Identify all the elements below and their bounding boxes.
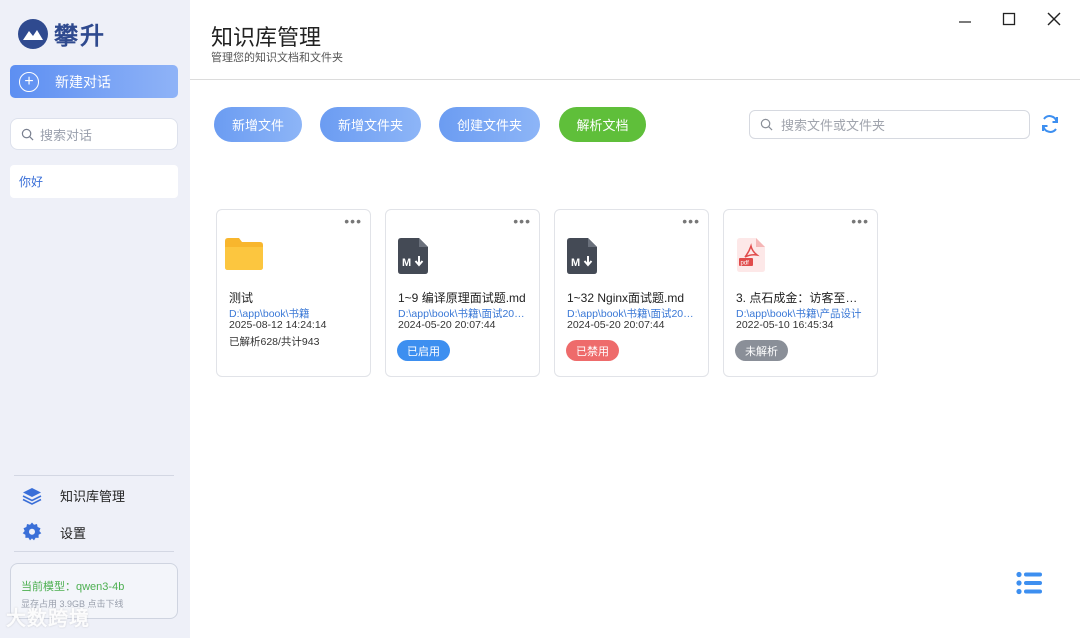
list-view-button[interactable] xyxy=(1016,571,1042,600)
svg-text:pdf: pdf xyxy=(741,261,750,267)
more-options-icon[interactable]: ••• xyxy=(851,214,869,228)
mountain-logo-icon xyxy=(18,18,48,49)
add-file-button[interactable]: 新增文件 xyxy=(214,107,302,142)
svg-text:M: M xyxy=(402,257,411,269)
page-title: 知识库管理 xyxy=(211,25,322,50)
layers-icon xyxy=(22,487,42,505)
status-badge[interactable]: 未解析 xyxy=(735,340,788,361)
file-card[interactable]: ••• pdf 3. 点石成金：访客至上的网页设计秘笈.pdf D:\app\b… xyxy=(723,209,878,377)
sidebar-divider xyxy=(14,475,174,476)
sidebar-item-label: 知识库管理 xyxy=(60,489,126,504)
search-icon xyxy=(21,128,34,140)
more-options-icon[interactable]: ••• xyxy=(513,214,531,228)
refresh-icon xyxy=(1042,115,1058,133)
sidebar-item-knowledge-base[interactable]: 知识库管理 xyxy=(22,486,125,505)
svg-text:M: M xyxy=(571,257,580,269)
parse-progress: 已解析628/共计943 xyxy=(229,336,320,348)
card-time: 2024-05-20 20:07:44 xyxy=(398,319,496,331)
chat-item-label: 你好 xyxy=(19,175,44,189)
parse-documents-button[interactable]: 解析文档 xyxy=(559,107,646,142)
chat-search-placeholder: 搜索对话 xyxy=(40,127,93,143)
sidebar: 攀升 + 新建对话 搜索对话 你好 知识库管理 设置 当前模型：qwen3-4b… xyxy=(0,0,190,638)
gear-icon xyxy=(22,522,42,541)
header-divider xyxy=(190,79,1080,80)
file-card[interactable]: ••• M 1~32 Nginx面试题.md D:\app\book\书籍\面试… xyxy=(554,209,709,377)
card-name: 1~32 Nginx面试题.md xyxy=(567,291,685,305)
folder-icon xyxy=(225,238,263,275)
new-chat-label: 新建对话 xyxy=(55,73,111,90)
file-search-input[interactable]: 搜索文件或文件夹 xyxy=(749,110,1030,139)
card-time: 2025-08-12 14:24:14 xyxy=(229,319,327,331)
more-options-icon[interactable]: ••• xyxy=(682,214,700,228)
close-button[interactable] xyxy=(1043,8,1065,30)
card-time: 2022-05-10 16:45:34 xyxy=(736,319,834,331)
minimize-button[interactable] xyxy=(954,8,976,30)
card-name: 测试 xyxy=(229,291,254,305)
watermark-text: 大数跨境 xyxy=(6,608,90,630)
sidebar-item-settings[interactable]: 设置 xyxy=(22,522,86,542)
more-options-icon[interactable]: ••• xyxy=(344,214,362,228)
add-folder-button[interactable]: 新增文件夹 xyxy=(320,107,421,142)
card-time: 2024-05-20 20:07:44 xyxy=(567,319,665,331)
refresh-button[interactable] xyxy=(1040,114,1060,139)
folder-card[interactable]: ••• 测试 D:\app\book\书籍 2025-08-12 14:24:1… xyxy=(216,209,371,377)
chat-list-item[interactable]: 你好 xyxy=(10,165,178,198)
markdown-file-icon: M xyxy=(398,238,428,279)
file-card[interactable]: ••• M 1~9 编译原理面试题.md D:\app\book\书籍\面试20… xyxy=(385,209,540,377)
status-badge[interactable]: 已禁用 xyxy=(566,340,619,361)
maximize-icon xyxy=(1002,12,1016,26)
search-icon xyxy=(760,118,773,131)
status-badge[interactable]: 已启用 xyxy=(397,340,450,361)
pdf-file-icon: pdf xyxy=(737,238,765,277)
maximize-button[interactable] xyxy=(998,8,1020,30)
minimize-icon xyxy=(959,21,971,23)
close-icon xyxy=(1047,12,1061,26)
card-name: 3. 点石成金：访客至上的网页设计秘笈.pdf xyxy=(736,291,868,305)
app-logo: 攀升 xyxy=(18,16,106,51)
create-folder-button[interactable]: 创建文件夹 xyxy=(439,107,540,142)
chat-search-input[interactable]: 搜索对话 xyxy=(10,118,178,150)
list-icon xyxy=(1016,571,1042,595)
page-subtitle: 管理您的知识文档和文件夹 xyxy=(211,52,343,64)
watermark: 大数跨境 xyxy=(6,602,90,631)
brand-name: 攀升 xyxy=(54,23,106,50)
sidebar-item-label: 设置 xyxy=(60,525,87,541)
sidebar-divider xyxy=(14,551,174,552)
markdown-file-icon: M xyxy=(567,238,597,279)
plus-circle-icon: + xyxy=(19,71,39,92)
new-chat-button[interactable]: + 新建对话 xyxy=(10,65,178,98)
file-search-placeholder: 搜索文件或文件夹 xyxy=(781,118,886,133)
model-name: 当前模型：qwen3-4b xyxy=(21,581,125,593)
card-name: 1~9 编译原理面试题.md xyxy=(398,291,526,305)
